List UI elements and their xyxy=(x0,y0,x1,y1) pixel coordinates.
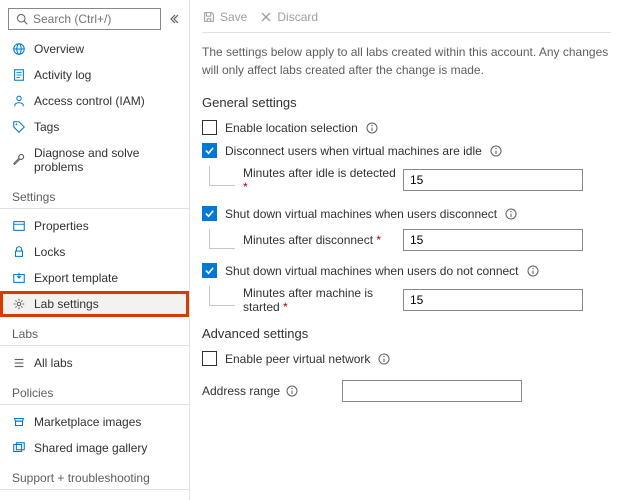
sidebar-label: Locks xyxy=(34,245,65,259)
sidebar-label: Properties xyxy=(34,219,89,233)
tag-icon xyxy=(12,120,26,134)
info-icon[interactable] xyxy=(366,122,378,134)
disconnect-minutes-input[interactable] xyxy=(403,229,583,251)
save-icon xyxy=(202,10,216,24)
sidebar-item-activity-log[interactable]: Activity log xyxy=(0,62,189,88)
sidebar-item-all-labs[interactable]: All labs xyxy=(0,350,189,376)
toolbar-label: Discard xyxy=(277,10,318,24)
close-icon xyxy=(259,10,273,24)
sidebar-group-support: Support + troubleshooting xyxy=(0,461,189,490)
shutdown-disconnect-label: Shut down virtual machines when users di… xyxy=(225,207,497,221)
idle-minutes-label: Minutes after idle is detected xyxy=(243,166,396,180)
idle-minutes-input[interactable] xyxy=(403,169,583,191)
save-button[interactable]: Save xyxy=(202,10,247,24)
toolbar-label: Save xyxy=(220,10,247,24)
connector-line xyxy=(209,229,235,249)
main-content: Save Discard The settings below apply to… xyxy=(190,0,623,500)
list-icon xyxy=(12,356,26,370)
disconnect-minutes-label: Minutes after disconnect xyxy=(243,233,373,247)
sidebar-label: Overview xyxy=(34,42,84,56)
info-icon[interactable] xyxy=(286,385,298,397)
export-icon xyxy=(12,271,26,285)
marketplace-icon xyxy=(12,415,26,429)
peer-vnet-checkbox[interactable] xyxy=(202,351,217,366)
address-range-label: Address range xyxy=(202,384,280,398)
sidebar-label: Tags xyxy=(34,120,59,134)
sidebar-item-shared-gallery[interactable]: Shared image gallery xyxy=(0,435,189,461)
connector-line xyxy=(209,286,235,306)
sidebar-label: Diagnose and solve problems xyxy=(34,146,177,174)
shutdown-disconnect-checkbox[interactable] xyxy=(202,206,217,221)
connector-line xyxy=(209,166,235,186)
sidebar-item-locks[interactable]: Locks xyxy=(0,239,189,265)
collapse-icon[interactable] xyxy=(167,12,181,26)
shutdown-noconnect-checkbox[interactable] xyxy=(202,263,217,278)
globe-icon xyxy=(12,42,26,56)
sidebar-group-labs: Labs xyxy=(0,317,189,346)
search-icon xyxy=(15,12,29,26)
properties-icon xyxy=(12,219,26,233)
lock-icon xyxy=(12,245,26,259)
sidebar-label: Export template xyxy=(34,271,118,285)
sidebar-group-policies: Policies xyxy=(0,376,189,405)
log-icon xyxy=(12,68,26,82)
started-minutes-label: Minutes after machine is started xyxy=(243,286,373,314)
sidebar-label: Access control (IAM) xyxy=(34,94,145,108)
gear-icon xyxy=(12,297,26,311)
sidebar-label: Activity log xyxy=(34,68,91,82)
enable-location-checkbox[interactable] xyxy=(202,120,217,135)
enable-location-label: Enable location selection xyxy=(225,121,358,135)
sidebar-label: Shared image gallery xyxy=(34,441,147,455)
address-range-input[interactable] xyxy=(342,380,522,402)
info-icon[interactable] xyxy=(527,265,539,277)
sidebar-item-lab-settings[interactable]: Lab settings xyxy=(0,291,189,317)
disconnect-idle-label: Disconnect users when virtual machines a… xyxy=(225,144,482,158)
gallery-icon xyxy=(12,441,26,455)
search-input[interactable] xyxy=(8,8,161,30)
advanced-settings-title: Advanced settings xyxy=(202,326,611,341)
sidebar-item-tags[interactable]: Tags xyxy=(0,114,189,140)
sidebar: Overview Activity log Access control (IA… xyxy=(0,0,190,500)
sidebar-item-properties[interactable]: Properties xyxy=(0,213,189,239)
info-icon[interactable] xyxy=(490,145,502,157)
description-text: The settings below apply to all labs cre… xyxy=(202,43,611,79)
sidebar-item-diagnose[interactable]: Diagnose and solve problems xyxy=(0,140,189,180)
shutdown-noconnect-label: Shut down virtual machines when users do… xyxy=(225,264,519,278)
sidebar-label: Lab settings xyxy=(34,297,99,311)
sidebar-label: All labs xyxy=(34,356,73,370)
discard-button[interactable]: Discard xyxy=(259,10,318,24)
disconnect-idle-checkbox[interactable] xyxy=(202,143,217,158)
info-icon[interactable] xyxy=(378,353,390,365)
sidebar-item-internal-support[interactable]: Internal support xyxy=(0,494,189,500)
general-settings-title: General settings xyxy=(202,95,611,110)
sidebar-group-settings: Settings xyxy=(0,180,189,209)
wrench-icon xyxy=(12,153,26,167)
person-icon xyxy=(12,94,26,108)
toolbar: Save Discard xyxy=(202,10,611,33)
sidebar-item-marketplace[interactable]: Marketplace images xyxy=(0,409,189,435)
sidebar-item-access-control[interactable]: Access control (IAM) xyxy=(0,88,189,114)
info-icon[interactable] xyxy=(505,208,517,220)
sidebar-item-export-template[interactable]: Export template xyxy=(0,265,189,291)
peer-vnet-label: Enable peer virtual network xyxy=(225,352,370,366)
sidebar-label: Marketplace images xyxy=(34,415,141,429)
sidebar-item-overview[interactable]: Overview xyxy=(0,36,189,62)
started-minutes-input[interactable] xyxy=(403,289,583,311)
